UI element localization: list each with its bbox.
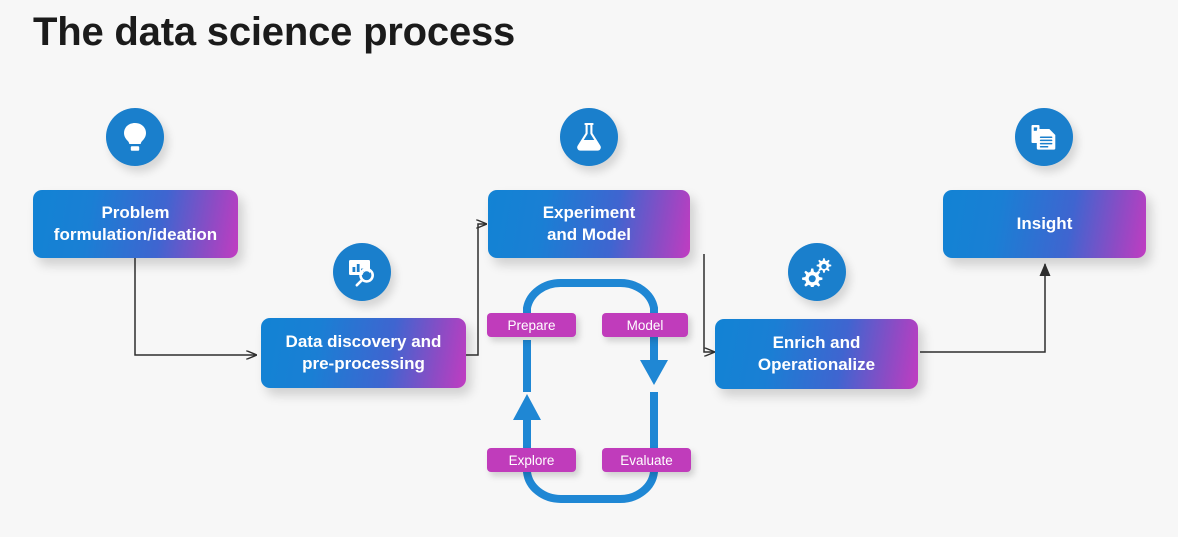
- stage-experiment-line1: Experiment: [542, 202, 636, 222]
- diagram-canvas: The data science process Problem formula…: [0, 0, 1178, 537]
- flask-icon: [560, 108, 618, 166]
- stage-insight-line1: Insight: [1016, 213, 1073, 233]
- pill-evaluate-label: Evaluate: [620, 452, 673, 468]
- chart-search-icon: [333, 243, 391, 301]
- stage-problem-line1: Problem: [101, 202, 170, 222]
- connector-arrows: [134, 0, 1051, 537]
- stage-data-discovery-line2: pre-processing: [302, 354, 425, 373]
- page-title: The data science process: [33, 10, 516, 54]
- pill-explore[interactable]: Explore: [487, 448, 576, 472]
- edge-enrich-to-insight: [920, 263, 1051, 353]
- lightbulb-icon: [106, 108, 164, 166]
- pill-explore-label: Explore: [508, 452, 555, 468]
- pill-model[interactable]: Model: [602, 313, 688, 337]
- loop-up-arrowhead: [513, 394, 541, 420]
- edge-data-discovery-to-experiment: [466, 224, 486, 356]
- pill-evaluate[interactable]: Evaluate: [602, 448, 691, 472]
- pill-model-label: Model: [626, 317, 664, 333]
- stage-enrich-line2: Operationalize: [757, 355, 876, 374]
- edge-problem-to-data-discovery: [134, 258, 256, 355]
- stage-enrich-line1: Enrich and: [772, 332, 861, 352]
- loop-down-arrowhead: [640, 360, 668, 385]
- edge-experiment-to-enrich: [703, 254, 714, 352]
- pill-prepare-label: Prepare: [507, 317, 556, 333]
- pill-prepare[interactable]: Prepare: [487, 313, 576, 337]
- stage-experiment-and-model[interactable]: Experiment and Model: [488, 190, 690, 258]
- stage-problem-line2: formulation/ideation: [53, 225, 218, 244]
- stage-problem-formulation[interactable]: Problem formulation/ideation: [33, 190, 238, 258]
- stage-enrich-operationalize[interactable]: Enrich and Operationalize: [715, 319, 918, 389]
- document-icon: [1015, 108, 1073, 166]
- stage-data-discovery[interactable]: Data discovery and pre-processing: [261, 318, 466, 388]
- cycle-loop: [513, 278, 668, 504]
- gears-icon: [788, 243, 846, 301]
- stage-experiment-line2: and Model: [546, 225, 632, 244]
- stage-insight[interactable]: Insight: [943, 190, 1146, 258]
- stage-data-discovery-line1: Data discovery and: [285, 331, 442, 351]
